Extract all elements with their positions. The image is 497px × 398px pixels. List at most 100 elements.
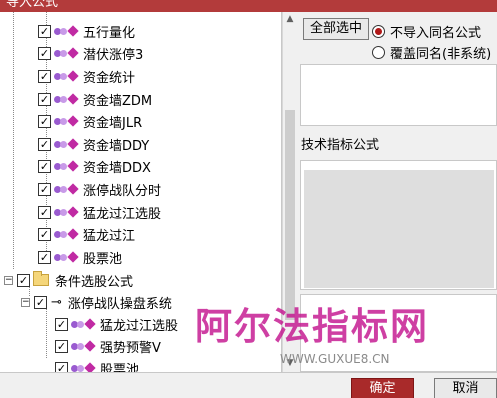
radio-label: 不导入同名公式 <box>390 26 482 41</box>
system-checkbox[interactable]: ✓ <box>34 295 47 309</box>
item-checkbox[interactable]: ✓ <box>38 227 51 241</box>
diamond-formula-icon <box>67 93 79 105</box>
ok-button[interactable]: 确定 <box>351 378 414 398</box>
formula-dot-icon <box>60 27 67 35</box>
radio-overwrite[interactable]: 覆盖同名(非系统) <box>372 43 491 62</box>
scrollbar-thumb[interactable] <box>285 110 295 320</box>
formula-dot-icon <box>77 364 84 372</box>
folder-icon <box>33 271 49 286</box>
preview-panel <box>300 64 497 126</box>
diamond-formula-icon <box>84 318 96 330</box>
item-label: 猛龙过江 <box>83 228 136 244</box>
formula-dot-icon <box>60 253 67 261</box>
formula-dot-icon <box>60 95 67 103</box>
item-label: 资金墙JLR <box>83 115 143 131</box>
folder-label: 条件选股公式 <box>55 274 134 290</box>
system-label: 涨停战队操盘系统 <box>67 296 172 312</box>
diamond-formula-icon <box>67 228 79 240</box>
diamond-formula-icon <box>84 362 96 372</box>
radio-label: 覆盖同名(非系统) <box>390 47 492 62</box>
diamond-formula-icon <box>67 160 79 172</box>
item-checkbox[interactable]: ✓ <box>38 46 51 60</box>
item-label: 资金统计 <box>83 70 136 86</box>
diamond-formula-icon <box>67 138 79 150</box>
tree-guide-line <box>13 12 14 269</box>
formula-dot-icon <box>77 342 84 350</box>
tree-item[interactable]: ✓ 强势预警V <box>55 335 161 357</box>
formula-dot-icon <box>60 162 67 170</box>
diamond-formula-icon <box>67 70 79 82</box>
item-label: 股票池 <box>83 251 123 267</box>
collapse-toggle[interactable]: − <box>4 275 13 285</box>
select-all-button[interactable]: 全部选中 <box>303 18 369 40</box>
watermark-text: 阿尔法指标网 <box>195 304 429 348</box>
item-label: 强势预警V <box>100 340 161 356</box>
item-checkbox[interactable]: ✓ <box>38 69 51 83</box>
radio-button[interactable] <box>372 25 385 38</box>
item-checkbox[interactable]: ✓ <box>55 339 68 353</box>
key-icon: ⊸ <box>51 294 62 310</box>
formula-dot-icon <box>60 208 67 216</box>
item-checkbox[interactable]: ✓ <box>55 317 68 331</box>
watermark-url: WWW.GUXUE8.CN <box>280 352 390 366</box>
diamond-formula-icon <box>67 25 79 37</box>
tree-item[interactable]: ✓ 五行量化 <box>38 20 135 42</box>
diamond-formula-icon <box>67 251 79 263</box>
item-checkbox[interactable]: ✓ <box>55 361 68 372</box>
tree-item[interactable]: ✓ 资金墙ZDM <box>38 88 152 110</box>
item-label: 股票池 <box>100 362 140 373</box>
tree-item[interactable]: ✓ 猛龙过江选股 <box>38 201 161 223</box>
tree-item[interactable]: ✓ 猛龙过江选股 <box>55 313 178 335</box>
item-label: 资金墙ZDM <box>83 93 153 109</box>
radio-no-import[interactable]: 不导入同名公式 <box>372 22 481 41</box>
window-title: 导入公式 <box>6 0 59 10</box>
item-checkbox[interactable]: ✓ <box>38 250 51 264</box>
formula-dot-icon <box>60 49 67 57</box>
formula-dot-icon <box>60 185 67 193</box>
item-checkbox[interactable]: ✓ <box>38 205 51 219</box>
formula-dot-icon <box>60 72 67 80</box>
item-label: 潜伏涨停3 <box>83 47 144 63</box>
item-label: 资金墙DDY <box>83 138 150 154</box>
scroll-up-icon[interactable]: ▲ <box>285 14 295 24</box>
tree-item[interactable]: ✓ 资金墙DDY <box>38 133 149 155</box>
formula-dot-icon <box>60 140 67 148</box>
tree-item[interactable]: ✓ 猛龙过江 <box>38 223 135 245</box>
item-checkbox[interactable]: ✓ <box>38 24 51 38</box>
folder-checkbox[interactable]: ✓ <box>17 273 30 287</box>
item-checkbox[interactable]: ✓ <box>38 137 51 151</box>
item-label: 五行量化 <box>83 25 136 41</box>
item-checkbox[interactable]: ✓ <box>38 159 51 173</box>
item-checkbox[interactable]: ✓ <box>38 92 51 106</box>
diamond-formula-icon <box>84 340 96 352</box>
tree-item[interactable]: ✓ 资金墙DDX <box>38 155 151 177</box>
item-checkbox[interactable]: ✓ <box>38 114 51 128</box>
tree-item[interactable]: ✓ 涨停战队分时 <box>38 178 161 200</box>
tree-item[interactable]: ✓ 股票池 <box>55 357 139 372</box>
footer-divider <box>0 372 497 375</box>
diamond-formula-icon <box>67 115 79 127</box>
tree-folder-condition[interactable]: − ✓ 条件选股公式 <box>4 269 133 291</box>
collapse-toggle[interactable]: − <box>21 297 30 307</box>
tree-item[interactable]: ✓ 资金墙JLR <box>38 110 142 132</box>
formula-dot-icon <box>77 320 84 328</box>
diamond-formula-icon <box>67 183 79 195</box>
item-checkbox[interactable]: ✓ <box>38 182 51 196</box>
cancel-button[interactable]: 取消 <box>434 378 497 398</box>
title-bar: 导入公式 <box>0 0 497 12</box>
diamond-formula-icon <box>67 206 79 218</box>
tree-item[interactable]: ✓ 资金统计 <box>38 65 135 87</box>
tree-item[interactable]: ✓ 股票池 <box>38 246 122 268</box>
item-label: 猛龙过江选股 <box>83 206 162 222</box>
diamond-formula-icon <box>67 47 79 59</box>
item-label: 涨停战队分时 <box>83 183 162 199</box>
tree-system-node[interactable]: − ✓ ⊸ 涨停战队操盘系统 <box>21 291 172 313</box>
formula-dot-icon <box>60 230 67 238</box>
radio-button[interactable] <box>372 46 385 59</box>
item-label: 资金墙DDX <box>83 160 151 176</box>
tree-item[interactable]: ✓ 潜伏涨停3 <box>38 42 143 64</box>
formula-preview-area <box>304 170 494 288</box>
formula-dot-icon <box>60 117 67 125</box>
formula-section-label: 技术指标公式 <box>301 138 380 153</box>
item-label: 猛龙过江选股 <box>100 318 179 334</box>
